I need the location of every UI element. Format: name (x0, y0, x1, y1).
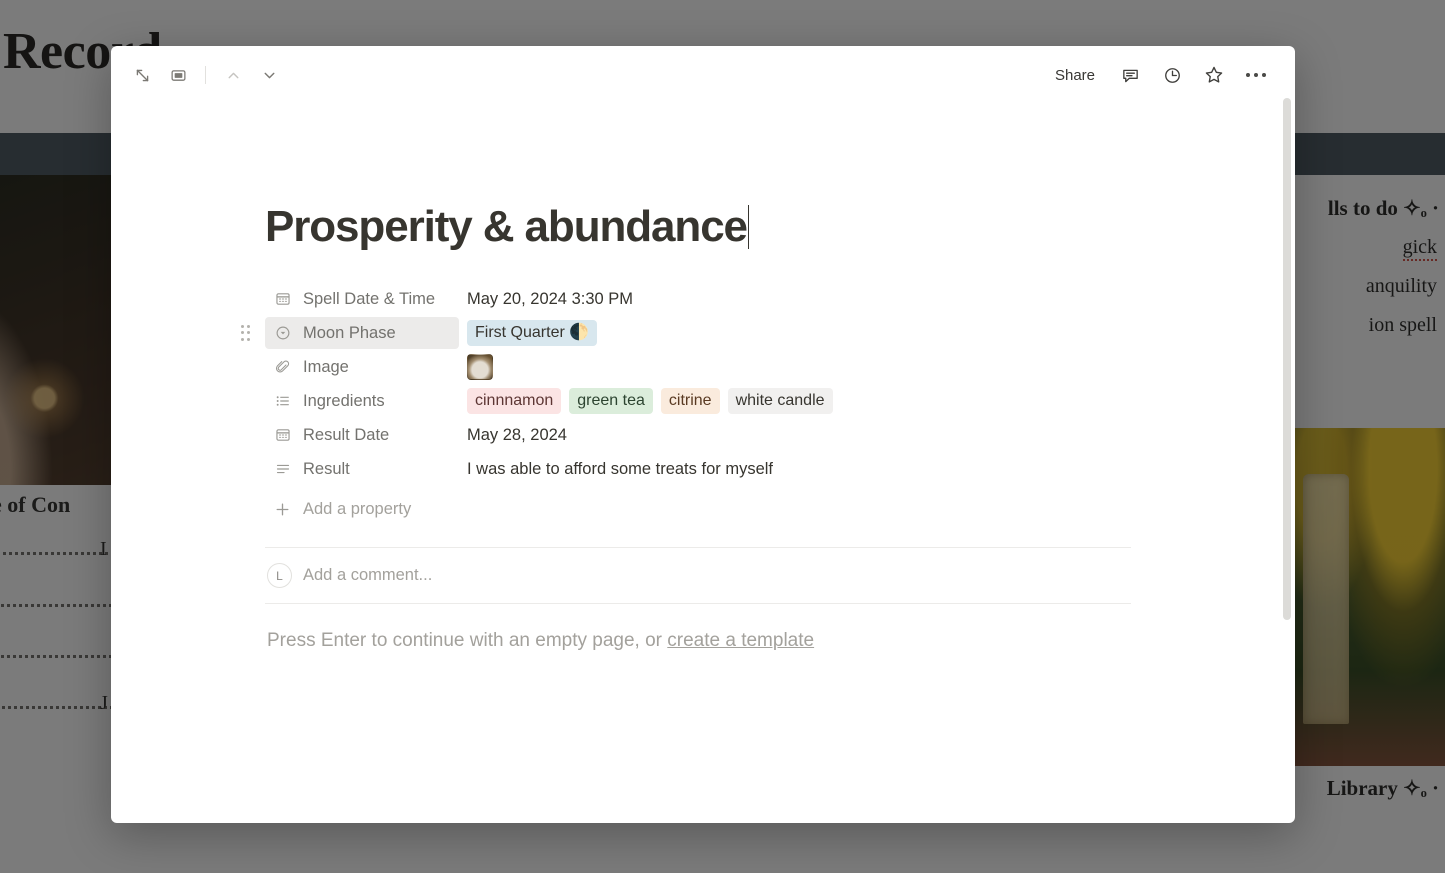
empty-page-hint-text: Press Enter to continue with an empty pa… (267, 630, 668, 651)
property-name: Image (303, 357, 349, 376)
multiselect-tag: cinnnamon (467, 388, 562, 414)
property-row-result-date: Result Date May 28, 2024 (265, 418, 1131, 452)
property-label-ingredients[interactable]: Ingredients (265, 385, 459, 417)
modal-scrollbar[interactable] (1283, 98, 1291, 823)
property-value-spell-date-time[interactable]: May 20, 2024 3:30 PM (459, 286, 641, 312)
property-value-ingredients[interactable]: cinnnamon green tea citrine white candle (459, 385, 841, 417)
page-content: Prosperity & abundance Spell Date & Time (240, 104, 1131, 652)
paperclip-icon (273, 358, 292, 377)
property-value-result-date[interactable]: May 28, 2024 (459, 422, 575, 448)
avatar: L (267, 563, 292, 588)
property-name: Result (303, 459, 350, 478)
property-label-result[interactable]: Result (265, 453, 459, 485)
modal-toolbar-right: Share (1045, 59, 1273, 91)
property-label-spell-date-time[interactable]: Spell Date & Time (265, 283, 459, 315)
calendar-icon (273, 426, 292, 445)
multi-select-icon (273, 392, 292, 411)
clock-history-icon[interactable] (1155, 59, 1189, 91)
property-row-image: Image (265, 350, 1131, 384)
multiselect-tag: white candle (727, 388, 833, 414)
text-cursor (747, 205, 750, 249)
select-circle-icon (273, 324, 292, 343)
property-label-image[interactable]: Image (265, 351, 459, 383)
property-name: Spell Date & Time (303, 289, 436, 308)
page-title[interactable]: Prosperity & abundance (265, 202, 750, 252)
more-horizontal-icon[interactable] (1239, 59, 1273, 91)
chevron-up-icon[interactable] (216, 59, 250, 91)
comment-bubble-icon[interactable] (1113, 59, 1147, 91)
property-row-result: Result I was able to afford some treats … (265, 452, 1131, 486)
multiselect-tag: green tea (569, 388, 653, 414)
drag-handle-icon[interactable] (239, 323, 253, 343)
spell-image-thumbnail[interactable] (467, 354, 493, 380)
property-name: Moon Phase (303, 323, 396, 342)
add-comment-row[interactable]: L Add a comment... (265, 548, 1131, 603)
more-dots (1245, 72, 1267, 78)
modal-toolbar-left (125, 59, 286, 91)
modal-scrollbar-thumb[interactable] (1283, 98, 1291, 620)
create-template-link[interactable]: create a template (667, 630, 814, 651)
property-list: Spell Date & Time May 20, 2024 3:30 PM M… (240, 282, 1131, 525)
property-value-image[interactable] (459, 351, 501, 383)
toolbar-separator (205, 66, 206, 84)
plus-icon (273, 500, 292, 519)
property-row-spell-date-time: Spell Date & Time May 20, 2024 3:30 PM (265, 282, 1131, 316)
share-button[interactable]: Share (1045, 61, 1105, 90)
expand-arrows-icon[interactable] (125, 59, 159, 91)
property-row-ingredients: Ingredients cinnnamon green tea citrine … (265, 384, 1131, 418)
modal-toolbar: Share (111, 46, 1295, 104)
star-icon[interactable] (1197, 59, 1231, 91)
property-name: Result Date (303, 425, 390, 444)
page-title-text: Prosperity & abundance (265, 202, 748, 251)
add-property-button[interactable]: Add a property (265, 494, 419, 525)
multiselect-tag: citrine (660, 388, 720, 414)
comment-input-placeholder[interactable]: Add a comment... (303, 566, 432, 585)
select-tag-moon-phase: First Quarter 🌓 (467, 320, 598, 346)
property-name: Ingredients (303, 391, 385, 410)
calendar-icon (273, 290, 292, 309)
property-label-moon-phase[interactable]: Moon Phase (265, 317, 459, 349)
modal-body: Prosperity & abundance Spell Date & Time (111, 104, 1295, 652)
text-lines-icon (273, 460, 292, 479)
side-peek-icon[interactable] (161, 59, 195, 91)
empty-page-hint: Press Enter to continue with an empty pa… (265, 630, 1131, 652)
add-property-label: Add a property (303, 500, 412, 518)
property-value-moon-phase[interactable]: First Quarter 🌓 (459, 317, 605, 349)
comment-divider-bottom (265, 603, 1131, 604)
page-modal: Share Prosperity & abundance Spell Date … (111, 46, 1295, 823)
property-label-result-date[interactable]: Result Date (265, 419, 459, 451)
property-value-result[interactable]: I was able to afford some treats for mys… (459, 456, 781, 482)
chevron-down-icon[interactable] (252, 59, 286, 91)
property-row-moon-phase: Moon Phase First Quarter 🌓 (240, 316, 1131, 350)
